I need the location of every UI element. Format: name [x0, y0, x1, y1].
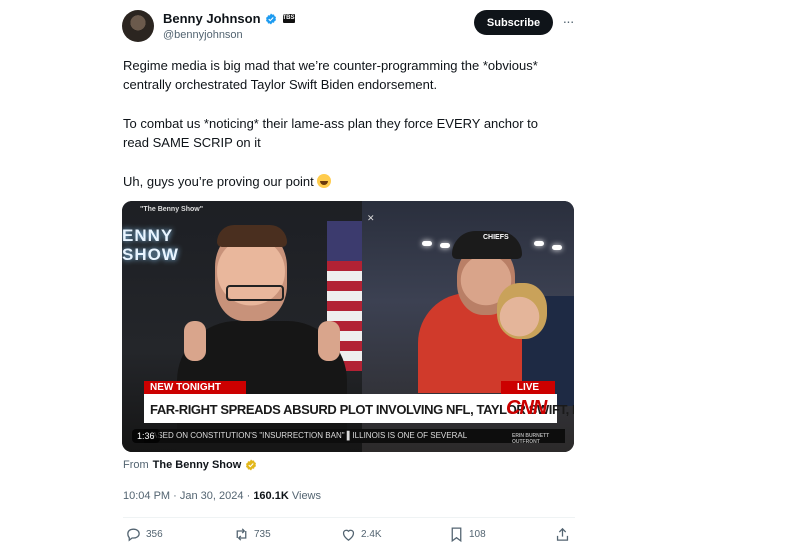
show-tag: "The Benny Show" [140, 206, 204, 213]
woman-head [497, 283, 547, 339]
show-sign: ENNY SHOW [122, 226, 179, 264]
tweet-line: centrally orchestrated Taylor Swift Bide… [123, 77, 438, 92]
tweet-line: Regime media is big mad that we’re count… [123, 58, 538, 73]
bookmark-button[interactable]: 108 [448, 526, 486, 543]
tweet-paragraph-1: Regime media is big mad that we’re count… [123, 56, 573, 94]
meta-separator: · [173, 490, 177, 502]
gold-verified-badge-icon [246, 459, 257, 471]
reply-button[interactable]: 356 [125, 526, 163, 543]
tweet-line: Uh, guys you’re proving our point [123, 174, 314, 189]
host-hand [318, 321, 340, 361]
like-count: 2.4K [361, 529, 382, 540]
source-link[interactable]: The Benny Show [153, 459, 242, 471]
host-hand [184, 321, 206, 361]
chyron: FAR-RIGHT SPREADS ABSURD PLOT INVOLVING … [144, 394, 574, 423]
tweet: Benny Johnson TBS @bennyjohnson Subscrib… [0, 0, 794, 552]
tweet-line: To combat us *noticing* their lame-ass p… [123, 116, 539, 131]
host-glasses [226, 285, 284, 301]
stadium-light [440, 243, 450, 248]
like-button[interactable]: 2.4K [340, 526, 382, 543]
news-ticker: ASED ON CONSTITUTION'S "INSURRECTION BAN… [144, 429, 565, 443]
views-label: Views [291, 490, 322, 502]
tweet-time[interactable]: 10:04 PM [123, 490, 170, 502]
reply-icon [127, 528, 140, 542]
views-count: 160.1K [253, 490, 289, 502]
meta-separator: · [246, 490, 251, 502]
source-attribution: From The Benny Show [123, 459, 257, 471]
avatar[interactable] [122, 10, 154, 42]
tweet-paragraph-2: To combat us *noticing* their lame-ass p… [123, 114, 573, 152]
live-banner: LIVE [501, 381, 555, 394]
action-bar: 356 735 2.4K 108 [123, 526, 575, 548]
cnn-logo: CNN [506, 397, 547, 419]
verified-badge-icon [265, 13, 276, 24]
share-button[interactable] [554, 526, 571, 543]
bookmark-icon [451, 527, 462, 543]
from-label: From [123, 459, 149, 471]
tweet-meta: 10:04 PM · Jan 30, 2024 · 160.1K Views [123, 490, 321, 502]
stadium-light [422, 241, 432, 246]
close-icon: ✕ [367, 213, 375, 223]
video-duration: 1:36 [132, 429, 160, 443]
heart-icon [342, 529, 355, 541]
tweet-date[interactable]: Jan 30, 2024 [180, 490, 244, 502]
laughing-emoji-icon [317, 174, 332, 188]
new-tonight-banner: NEW TONIGHT [144, 381, 246, 394]
author-name-row: Benny Johnson TBS [163, 11, 295, 26]
divider [123, 517, 575, 518]
repost-count: 735 [254, 529, 271, 540]
video-player[interactable]: ENNY SHOW "The Benny Show" ✕ CHIEFS NEW … [122, 201, 574, 452]
stadium-light [534, 241, 544, 246]
host-hair [217, 225, 287, 247]
tweet-paragraph-3: Uh, guys you’re proving our point [123, 172, 573, 191]
author-handle[interactable]: @bennyjohnson [163, 29, 243, 41]
subscribe-button[interactable]: Subscribe [474, 10, 553, 35]
repost-button[interactable]: 735 [233, 526, 271, 543]
more-options-icon[interactable]: ··· [560, 12, 576, 32]
reply-count: 356 [146, 529, 163, 540]
repost-icon [236, 528, 247, 541]
bookmark-count: 108 [469, 529, 486, 540]
share-icon [556, 527, 569, 541]
show-bug-text: ERIN BURNETT OUTFRONT [512, 433, 550, 445]
show-bug: ERIN BURNETT OUTFRONT [512, 433, 552, 445]
stadium-light [552, 245, 562, 250]
tweet-line: read SAME SCRIP on it [123, 135, 261, 150]
cap-text: CHIEFS [483, 234, 509, 241]
author-display-name[interactable]: Benny Johnson [163, 11, 261, 26]
affiliate-badge-icon[interactable]: TBS [282, 14, 295, 23]
